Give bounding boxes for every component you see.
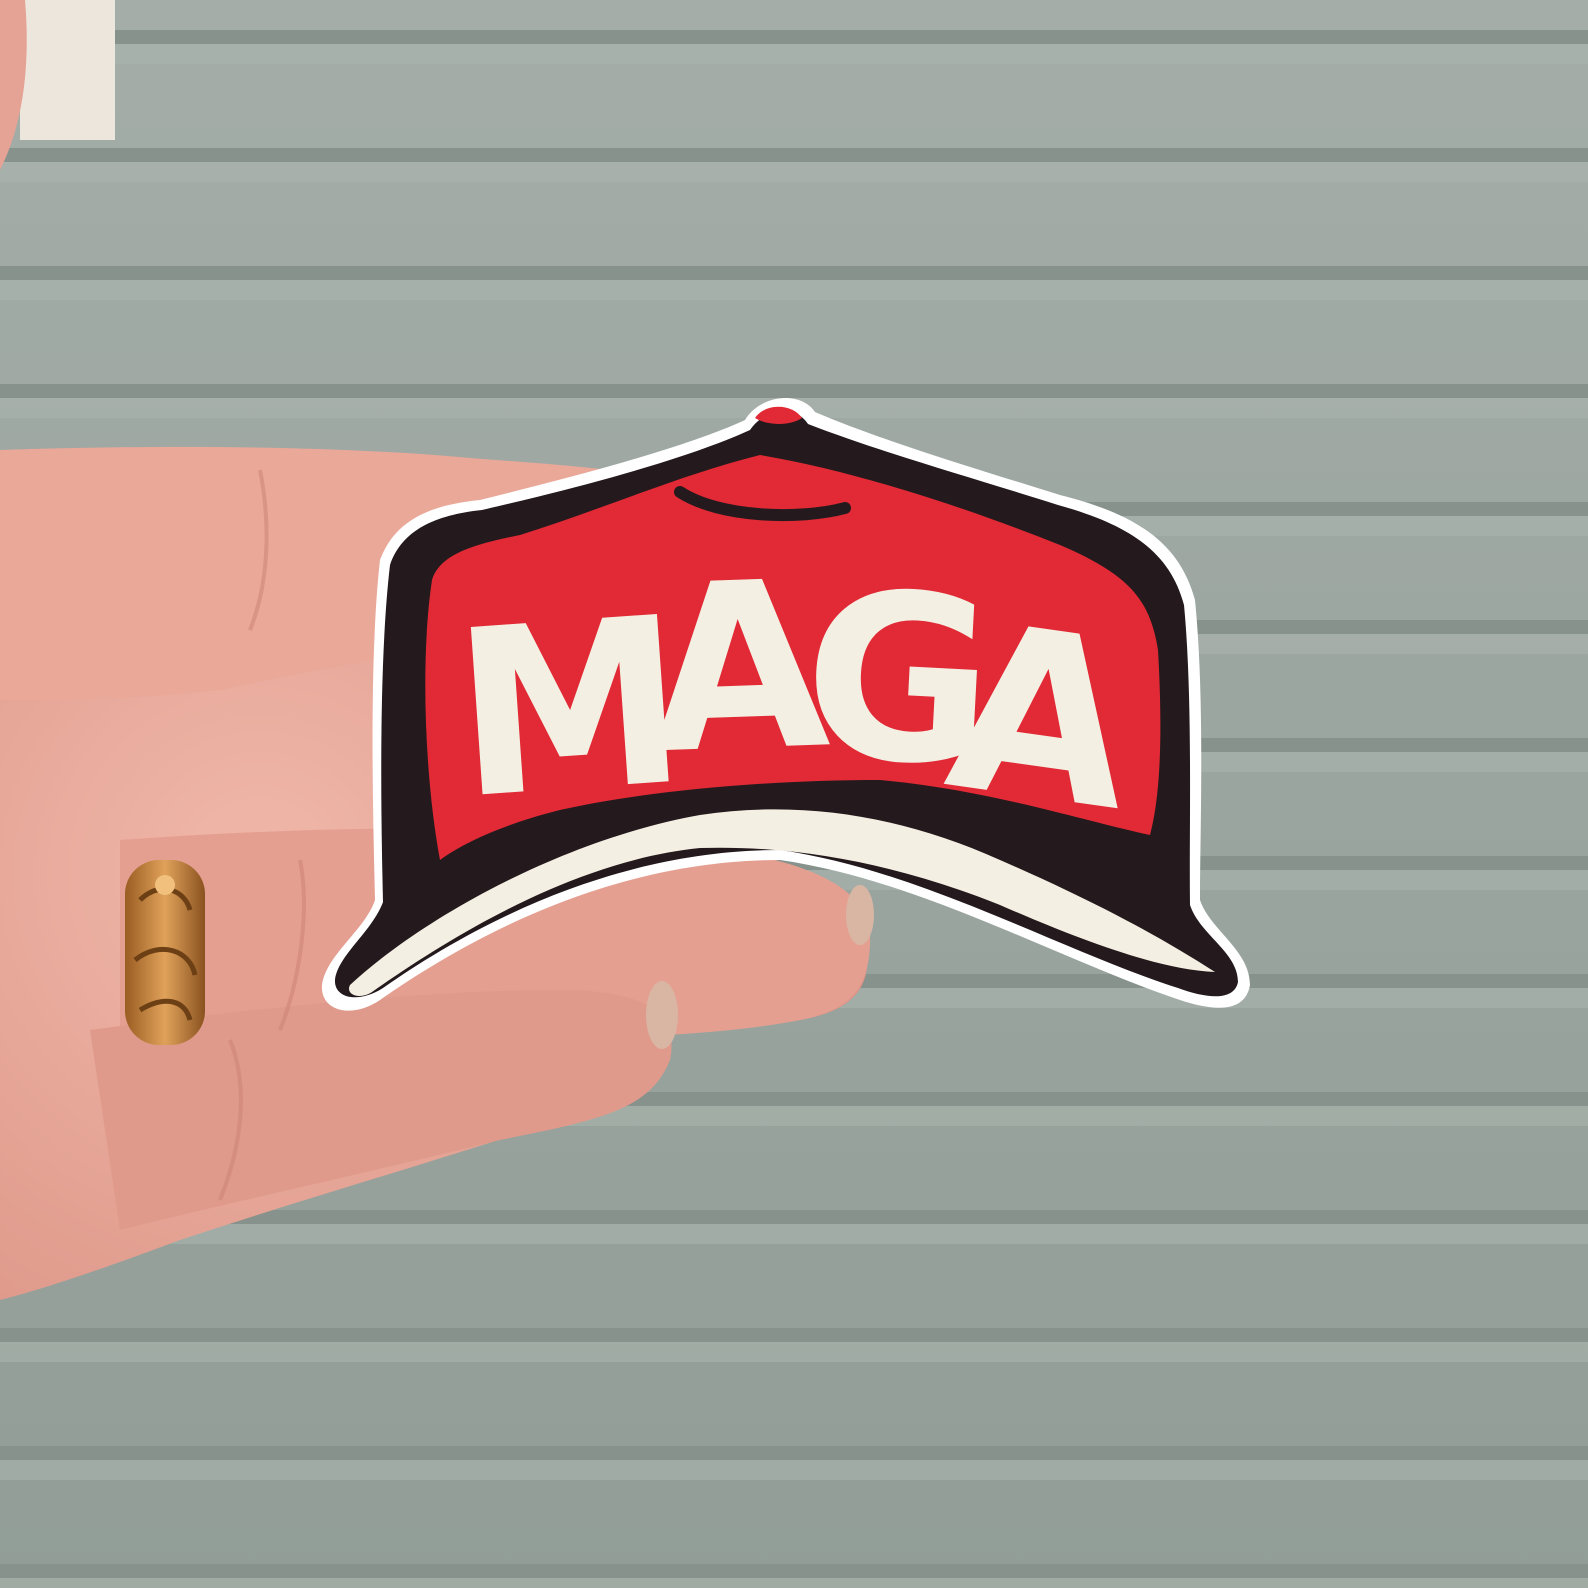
siding-board-highlight [0,162,1588,182]
window-frame [20,0,115,140]
siding-board-edge [0,148,1588,162]
fingernail [846,885,874,945]
siding-board-highlight [0,1460,1588,1480]
siding-board-edge [0,30,1588,44]
sticker-letter-a2: A [935,574,1148,863]
siding-board-edge [0,384,1588,398]
siding-board-highlight [0,44,1588,64]
siding-board-edge [0,266,1588,280]
gold-ring [125,860,205,1045]
siding-board-edge [0,1328,1588,1342]
photo-canvas: M A G A [0,0,1588,1588]
photo-scene: M A G A [0,0,1588,1588]
siding-board-highlight [0,280,1588,300]
fingernail [646,981,678,1049]
siding-board-highlight [0,1578,1588,1588]
siding-board-edge [0,1564,1588,1578]
siding-board-highlight [0,1342,1588,1362]
siding-board-highlight [0,1224,1588,1244]
siding-board-edge [0,1446,1588,1460]
